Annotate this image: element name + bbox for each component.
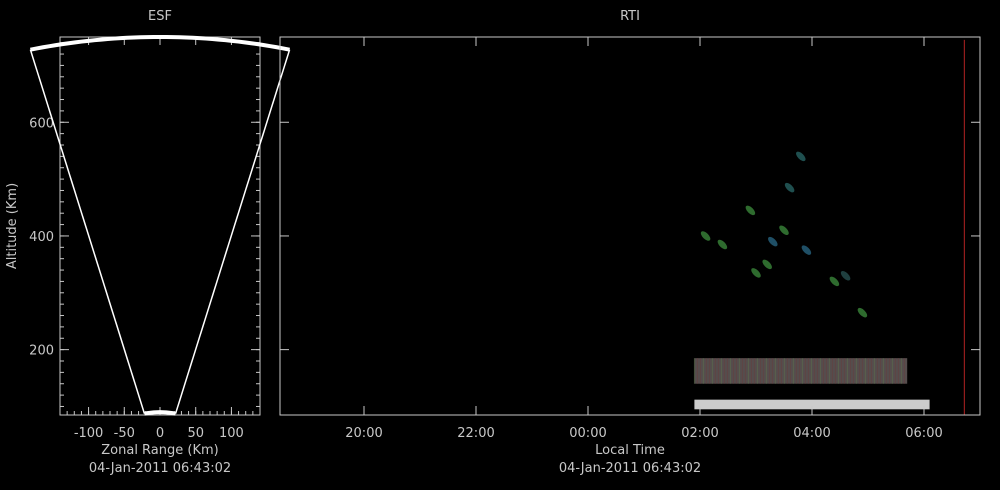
rti-plume-echo [840, 270, 851, 281]
esf-inner-arc [144, 410, 176, 416]
esf-rti-figure: ESF -100 -50 0 50 100 200 400 600 Altitude (Km)… [5, 9, 981, 476]
esf-panel: ESF -100 -50 0 50 100 200 400 600 Altitude (Km)… [5, 9, 291, 476]
rti-plume-echo [700, 231, 711, 241]
rti-plume-echo [745, 205, 756, 216]
esf-x-tick-label: 100 [219, 426, 244, 441]
rti-x-tick-label: 02:00 [681, 426, 718, 441]
rti-plume-echo [829, 276, 840, 287]
rti-plume-echo [796, 151, 806, 162]
rti-x-tick-label: 20:00 [345, 426, 382, 441]
rti-plume-echo [801, 245, 812, 255]
rti-x-tick-label: 00:00 [569, 426, 606, 441]
esf-y-axis-label: Altitude (Km) [5, 183, 20, 269]
rti-echo-data [693, 39, 965, 415]
esf-y-tick-label: 200 [29, 344, 54, 359]
rti-plume-echo [751, 268, 761, 278]
rti-plume-echo [768, 236, 778, 247]
esf-right-edge [174, 49, 291, 414]
rti-plume-echo [784, 182, 795, 193]
rti-x-axis-label: Local Time [595, 443, 665, 458]
esf-beam-sector [29, 34, 291, 416]
esf-plot-frame [59, 36, 261, 416]
rti-echo-region [694, 358, 908, 384]
esf-y-tick-label: 600 [29, 116, 54, 131]
esf-x-tick-label: -50 [114, 426, 135, 441]
esf-x-tick-label: -100 [74, 426, 104, 441]
rti-x-tick-label: 06:00 [905, 426, 942, 441]
rti-plume-echo [762, 259, 772, 270]
rti-plume-echo [857, 307, 868, 318]
rti-plume-echo [717, 239, 728, 250]
rti-x-tick-label: 22:00 [457, 426, 494, 441]
esf-title: ESF [148, 9, 172, 24]
esf-x-tick-label: 50 [187, 426, 204, 441]
rti-title: RTI [620, 9, 640, 24]
rti-timestamp: 04-Jan-2011 06:43:02 [559, 461, 701, 476]
esf-y-tick-label: 400 [29, 230, 54, 245]
esf-ticks: -100 -50 0 50 100 200 400 600 [29, 37, 260, 441]
rti-panel: RTI 20:00 22:00 00:00 02:00 04:00 06:00 Local… [279, 9, 981, 476]
rti-plume-echo [779, 225, 789, 236]
esf-x-axis-label: Zonal Range (Km) [101, 443, 218, 458]
esf-timestamp: 04-Jan-2011 06:43:02 [89, 461, 231, 476]
rti-x-tick-label: 04:00 [793, 426, 830, 441]
esf-x-tick-label: 0 [156, 426, 164, 441]
